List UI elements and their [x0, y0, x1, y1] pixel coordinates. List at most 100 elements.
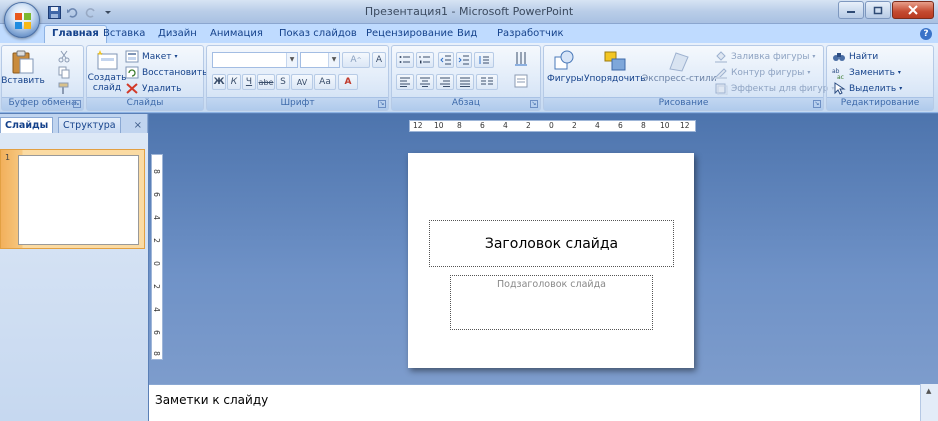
- notes-pane[interactable]: Заметки к слайду: [149, 384, 920, 421]
- scroll-up-icon[interactable]: ▲: [926, 387, 931, 395]
- italic-button[interactable]: К: [227, 74, 241, 90]
- arrange-button[interactable]: Упорядочить: [584, 49, 645, 84]
- drawing-launcher-icon[interactable]: ↘: [813, 100, 821, 108]
- tab-design[interactable]: Дизайн: [158, 26, 197, 43]
- ruler-tick: 4: [151, 307, 161, 312]
- shapes-button[interactable]: Фигуры: [547, 49, 583, 84]
- tab-slides[interactable]: Слайды: [0, 117, 54, 133]
- pane-close-icon[interactable]: ×: [134, 120, 142, 131]
- char-spacing-button[interactable]: AV: [291, 74, 313, 90]
- subtitle-placeholder[interactable]: Подзаголовок слайда: [450, 275, 653, 330]
- paragraph-launcher-icon[interactable]: ↘: [530, 100, 538, 108]
- increase-indent-button[interactable]: [456, 52, 472, 68]
- font-color-button[interactable]: A: [338, 74, 358, 90]
- close-button[interactable]: [892, 1, 934, 19]
- change-case-button[interactable]: Aa: [314, 74, 336, 90]
- reset-button[interactable]: Восстановить: [125, 66, 207, 79]
- help-icon[interactable]: ?: [920, 28, 932, 40]
- tab-insert[interactable]: Вставка: [103, 26, 145, 43]
- align-text-button[interactable]: [514, 74, 528, 88]
- tab-review[interactable]: Рецензирование: [366, 26, 453, 43]
- minimize-button[interactable]: [838, 1, 864, 19]
- slides-pane-body: 1: [0, 133, 148, 421]
- find-button[interactable]: Найти: [832, 50, 878, 63]
- shapes-label: Фигуры: [547, 74, 584, 84]
- paste-icon: [12, 50, 34, 74]
- slide-canvas[interactable]: Заголовок слайда Подзаголовок слайда: [408, 153, 694, 368]
- layout-icon: [125, 50, 139, 63]
- numbering-button[interactable]: [416, 52, 434, 68]
- minimize-icon: [847, 11, 855, 13]
- ruler-tick: 2: [151, 284, 161, 289]
- delete-label: Удалить: [142, 83, 182, 94]
- ruler-tick: 6: [151, 192, 161, 197]
- group-font-label: Шрифт: [207, 97, 388, 110]
- notes-placeholder: Заметки к слайду: [155, 393, 269, 407]
- replace-button[interactable]: ab ac Заменить ▾: [832, 66, 901, 80]
- line-spacing-button[interactable]: [474, 52, 494, 68]
- underline-button[interactable]: Ч: [242, 74, 256, 90]
- ribbon-tabs: Главная Вставка Дизайн Анимация Показ сл…: [0, 24, 938, 43]
- select-button[interactable]: Выделить ▾: [832, 82, 902, 95]
- bold-button[interactable]: Ж: [212, 74, 226, 90]
- paste-button[interactable]: Вставить: [1, 49, 45, 86]
- grow-font-button[interactable]: A ^: [342, 52, 370, 68]
- tab-home[interactable]: Главная: [44, 25, 107, 43]
- shape-effects-label: Эффекты для фигур: [731, 83, 829, 94]
- slide-thumbnail-selected[interactable]: 1: [0, 149, 145, 249]
- new-slide-button[interactable]: Создать слайд: [87, 49, 127, 93]
- decrease-indent-button[interactable]: [438, 52, 454, 68]
- ruler-tick: 8: [151, 169, 161, 174]
- ruler-tick: 10: [434, 121, 444, 130]
- font-size-combo[interactable]: ▼: [300, 52, 340, 68]
- font-family-combo[interactable]: ▼: [212, 52, 298, 68]
- align-left-button[interactable]: [396, 74, 414, 90]
- office-button[interactable]: [4, 2, 40, 38]
- shape-effects-button[interactable]: Эффекты для фигур ▾: [714, 82, 834, 95]
- text-direction-button[interactable]: [514, 50, 530, 68]
- find-label: Найти: [849, 51, 879, 62]
- bullets-button[interactable]: [396, 52, 414, 68]
- reset-label: Восстановить: [142, 67, 208, 78]
- font-size-dropdown-icon: ▼: [328, 53, 339, 67]
- notes-scrollbar[interactable]: ▲: [920, 384, 938, 421]
- format-painter-button[interactable]: [57, 82, 71, 95]
- shape-outline-button[interactable]: Контур фигуры ▾: [714, 66, 810, 79]
- ruler-tick: 2: [151, 238, 161, 243]
- ruler-tick: 0: [549, 121, 554, 130]
- tab-developer[interactable]: Разработчик: [497, 26, 564, 43]
- ruler-tick: 2: [526, 121, 531, 130]
- tab-animation[interactable]: Анимация: [210, 26, 263, 43]
- group-editing-label: Редактирование: [827, 97, 933, 110]
- shadow-button[interactable]: S: [276, 74, 290, 90]
- clipboard-launcher-icon[interactable]: ↘: [73, 100, 81, 108]
- group-font: ▼ ▼ A ^ A Ж К Ч abe S AV Aa A Шрифт ↘: [206, 45, 389, 111]
- pencil-icon: [715, 68, 727, 79]
- align-right-button[interactable]: [436, 74, 454, 90]
- clear-format-button[interactable]: A: [372, 52, 386, 68]
- layout-label: Макет: [142, 51, 172, 62]
- maximize-button[interactable]: [865, 1, 891, 19]
- new-slide-label: Создать: [87, 73, 127, 83]
- group-slides-label: Слайды: [87, 97, 203, 110]
- align-center-button[interactable]: [416, 74, 434, 90]
- delete-slide-button[interactable]: Удалить: [125, 82, 181, 95]
- cut-button[interactable]: [57, 50, 71, 63]
- reset-icon: [125, 66, 139, 79]
- quick-styles-button[interactable]: Экспресс-стили: [642, 49, 717, 84]
- justify-button[interactable]: [456, 74, 474, 90]
- copy-button[interactable]: [57, 66, 71, 79]
- tab-outline[interactable]: Структура: [58, 117, 121, 133]
- title-placeholder[interactable]: Заголовок слайда: [429, 220, 674, 267]
- ruler-tick: 6: [480, 121, 485, 130]
- columns-button[interactable]: [476, 74, 498, 90]
- layout-button[interactable]: Макет ▾: [125, 50, 178, 63]
- tab-slideshow[interactable]: Показ слайдов: [279, 26, 357, 43]
- justify-icon: [460, 77, 470, 87]
- tab-view[interactable]: Вид: [457, 26, 477, 43]
- shape-fill-button[interactable]: Заливка фигуры ▾: [714, 50, 815, 63]
- strikethrough-button[interactable]: abe: [257, 74, 275, 90]
- shape-fill-label: Заливка фигуры: [731, 51, 810, 62]
- ruler-tick: 6: [618, 121, 623, 130]
- font-launcher-icon[interactable]: ↘: [378, 100, 386, 108]
